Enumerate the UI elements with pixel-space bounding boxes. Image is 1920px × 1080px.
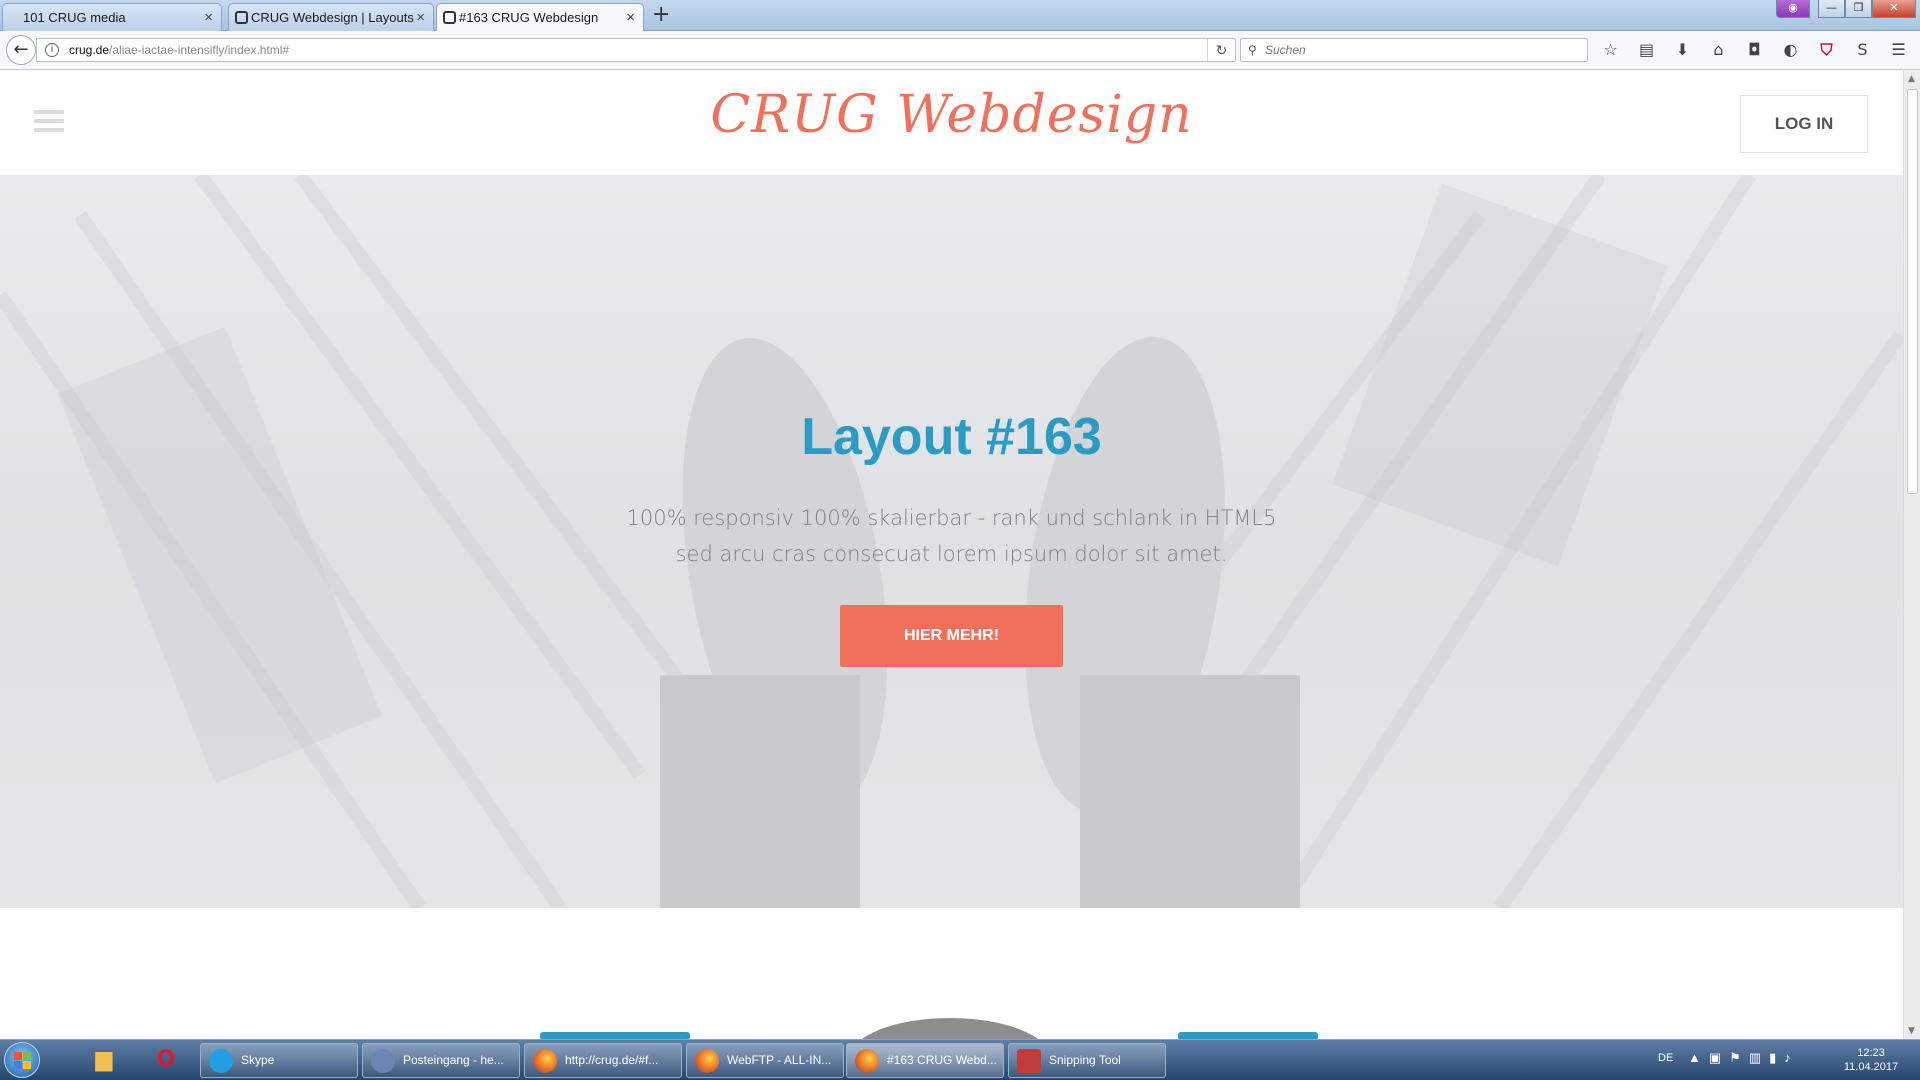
taskbar-item-skype[interactable]: Skype bbox=[200, 1043, 358, 1078]
volume-icon[interactable]: ♪ bbox=[1784, 1050, 1791, 1066]
tab-163-crug-webdesign[interactable]: #163 CRUG Webdesign × bbox=[436, 3, 644, 32]
start-button[interactable] bbox=[4, 1042, 40, 1078]
site-logo[interactable]: CRUG Webdesign bbox=[0, 85, 1903, 145]
close-icon[interactable]: × bbox=[626, 4, 635, 31]
content-section bbox=[0, 908, 1903, 1039]
thunderbird-icon bbox=[371, 1049, 395, 1073]
firefox-icon bbox=[695, 1049, 719, 1073]
url-text[interactable]: crug.de/aliae-iactae-intensifly/index.ht… bbox=[69, 39, 289, 61]
taskbar-item-firefox-active[interactable]: #163 CRUG Webd... bbox=[846, 1043, 1004, 1078]
web-page: CRUG Webdesign LOG IN Layout #163 100% r… bbox=[0, 71, 1903, 1039]
show-hidden-icons-icon[interactable]: ▲ bbox=[1688, 1050, 1701, 1066]
ublock-shield-icon[interactable]: ⛉ bbox=[1814, 38, 1839, 62]
search-input[interactable]: ⚲ Suchen bbox=[1240, 38, 1588, 62]
clock-time: 12:23 bbox=[1857, 1047, 1885, 1059]
pocket-icon[interactable]: ◘ bbox=[1742, 38, 1767, 62]
close-icon[interactable]: × bbox=[416, 4, 425, 31]
circular-image bbox=[850, 1018, 1050, 1039]
download-icon[interactable]: ⬇ bbox=[1670, 38, 1695, 62]
reload-icon[interactable]: ↻ bbox=[1207, 39, 1235, 61]
scissors-icon bbox=[1017, 1049, 1041, 1073]
section-heading-left bbox=[540, 1032, 690, 1039]
bookmarks-list-icon[interactable]: ▤ bbox=[1634, 38, 1659, 62]
github-favicon-icon bbox=[235, 11, 248, 24]
taskbar-item-firefox-webftp[interactable]: WebFTP - ALL-IN... bbox=[686, 1043, 844, 1078]
hero-subtitle-line-1: 100% responsiv 100% skalierbar - rank un… bbox=[626, 506, 1277, 530]
hier-mehr-button[interactable]: HIER MEHR! bbox=[840, 605, 1063, 667]
menu-icon[interactable]: ☰ bbox=[1886, 38, 1911, 62]
site-info-icon[interactable]: i bbox=[45, 43, 59, 57]
hero-section: Layout #163 100% responsiv 100% skalierb… bbox=[0, 175, 1903, 908]
home-icon[interactable]: ⌂ bbox=[1706, 38, 1731, 62]
tray-icons: ▲ ▣ ⚑ ▥ ▮ ♪ bbox=[1688, 1050, 1791, 1066]
taskbar-item-firefox-crug[interactable]: http://crug.de/#f... bbox=[524, 1043, 682, 1078]
maximize-button[interactable]: ❐ bbox=[1845, 0, 1872, 18]
action-center-flag-icon[interactable]: ⚑ bbox=[1729, 1050, 1741, 1066]
tab-title: #163 CRUG Webdesign bbox=[459, 10, 599, 25]
task-label: #163 CRUG Webd... bbox=[887, 1053, 997, 1067]
clock-date: 11.04.2017 bbox=[1843, 1061, 1899, 1073]
hero-title: Layout #163 bbox=[801, 408, 1102, 466]
toolbar-icons: ☆ ▤ ⬇ ⌂ ◘ ◐ ⛉ S ☰ bbox=[1598, 38, 1911, 62]
new-tab-button[interactable]: + bbox=[652, 2, 670, 28]
back-button[interactable]: ← bbox=[6, 35, 36, 65]
windows-taskbar: ▆ O Skype Posteingang - he... http://cru… bbox=[0, 1039, 1920, 1080]
url-host: crug.de bbox=[69, 43, 110, 57]
window-controls: ◉ — ❐ ✕ bbox=[1776, 0, 1916, 19]
clock[interactable]: 12:23 11.04.2017 bbox=[1836, 1046, 1906, 1074]
browser-tab-strip: 101 CRUG media × CRUG Webdesign | Layout… bbox=[0, 0, 1920, 32]
task-label: Skype bbox=[241, 1053, 275, 1067]
url-path: /aliae-iactae-intensifly/index.html# bbox=[109, 43, 290, 57]
hero-subtitle: 100% responsiv 100% skalierbar - rank un… bbox=[0, 500, 1903, 572]
tab-crug-media[interactable]: 101 CRUG media × bbox=[2, 3, 222, 31]
language-indicator[interactable]: DE bbox=[1658, 1052, 1673, 1064]
hero-subtitle-line-2: sed arcu cras consecuat lorem ipsum dolo… bbox=[675, 542, 1228, 566]
url-bar[interactable]: i crug.de/aliae-iactae-intensifly/index.… bbox=[36, 38, 1236, 62]
network-signal-icon[interactable]: ▮ bbox=[1769, 1050, 1776, 1066]
private-mask-icon: ◉ bbox=[1776, 0, 1810, 18]
github-favicon-icon bbox=[443, 11, 456, 24]
login-button[interactable]: LOG IN bbox=[1740, 95, 1868, 153]
taskbar-item-snipping-tool[interactable]: Snipping Tool bbox=[1008, 1043, 1166, 1078]
close-window-button[interactable]: ✕ bbox=[1872, 0, 1916, 18]
page-scrollbar[interactable]: ▲ ▼ bbox=[1903, 71, 1920, 1039]
tab-crug-layouts[interactable]: CRUG Webdesign | Layouts × bbox=[228, 3, 434, 31]
s-extension-icon[interactable]: S bbox=[1850, 38, 1875, 62]
task-label: http://crug.de/#f... bbox=[565, 1053, 659, 1067]
scroll-up-icon[interactable]: ▲ bbox=[1908, 74, 1915, 84]
tab-title: 101 CRUG media bbox=[23, 10, 126, 25]
firefox-icon bbox=[855, 1049, 879, 1073]
task-label: Posteingang - he... bbox=[403, 1053, 504, 1067]
tab-title: CRUG Webdesign | Layouts bbox=[251, 10, 414, 25]
close-icon[interactable]: × bbox=[204, 4, 213, 31]
skype-icon bbox=[209, 1049, 233, 1073]
minimize-button[interactable]: — bbox=[1818, 0, 1845, 18]
firefox-icon bbox=[533, 1049, 557, 1073]
search-placeholder: Suchen bbox=[1265, 43, 1306, 57]
site-header: CRUG Webdesign LOG IN bbox=[0, 71, 1903, 175]
folder-icon[interactable]: ▆ bbox=[82, 1043, 126, 1077]
ghostery-icon[interactable]: ◐ bbox=[1778, 38, 1803, 62]
taskbar-item-thunderbird[interactable]: Posteingang - he... bbox=[362, 1043, 520, 1078]
opera-icon[interactable]: O bbox=[144, 1043, 188, 1077]
filezilla-tray-icon[interactable]: ▣ bbox=[1709, 1050, 1721, 1066]
scrollbar-thumb[interactable] bbox=[1907, 89, 1918, 494]
navigation-toolbar: ← i crug.de/aliae-iactae-intensifly/inde… bbox=[0, 31, 1920, 70]
task-label: Snipping Tool bbox=[1049, 1053, 1121, 1067]
scroll-down-icon[interactable]: ▼ bbox=[1908, 1026, 1915, 1036]
bookmark-star-icon[interactable]: ☆ bbox=[1598, 38, 1623, 62]
section-heading-right bbox=[1178, 1032, 1318, 1039]
device-icon[interactable]: ▥ bbox=[1749, 1050, 1761, 1066]
search-icon: ⚲ bbox=[1248, 43, 1257, 57]
task-label: WebFTP - ALL-IN... bbox=[727, 1053, 832, 1067]
